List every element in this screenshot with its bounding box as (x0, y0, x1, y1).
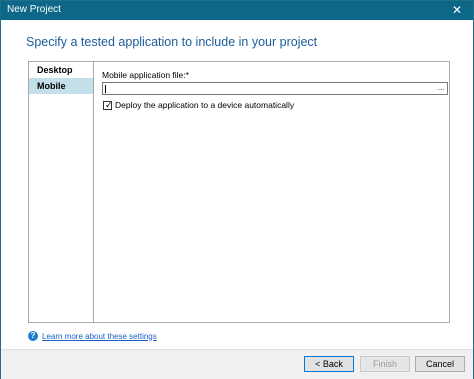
finish-button[interactable]: Finish (360, 356, 410, 372)
mobile-settings-panel: Mobile application file:* ... ✓ Deploy t… (93, 61, 450, 323)
page-heading: Specify a tested application to include … (26, 35, 318, 49)
learn-more-link[interactable]: Learn more about these settings (42, 332, 157, 341)
deploy-checkbox-label[interactable]: Deploy the application to a device autom… (115, 100, 294, 110)
help-row: ? Learn more about these settings (28, 331, 157, 341)
mobile-app-file-input[interactable]: ... (102, 82, 448, 95)
nav-item-desktop[interactable]: Desktop (29, 62, 93, 78)
question-icon: ? (28, 331, 38, 341)
back-button[interactable]: < Back (304, 356, 354, 372)
dialog-footer: < Back Finish Cancel (1, 349, 473, 379)
browse-button[interactable]: ... (437, 82, 445, 92)
deploy-option: ✓ Deploy the application to a device aut… (103, 100, 294, 110)
nav-item-mobile[interactable]: Mobile (29, 78, 93, 94)
platform-nav: Desktop Mobile (28, 61, 93, 323)
title-bar[interactable]: New Project ✕ (1, 1, 473, 20)
deploy-checkbox[interactable]: ✓ (103, 99, 113, 110)
cancel-button[interactable]: Cancel (415, 356, 465, 372)
text-cursor (105, 85, 106, 93)
close-button[interactable]: ✕ (441, 1, 473, 20)
window-title: New Project (7, 4, 61, 15)
mobile-app-file-label: Mobile application file:* (102, 70, 189, 80)
new-project-dialog: New Project ✕ Specify a tested applicati… (0, 0, 474, 379)
check-icon: ✓ (105, 99, 113, 110)
